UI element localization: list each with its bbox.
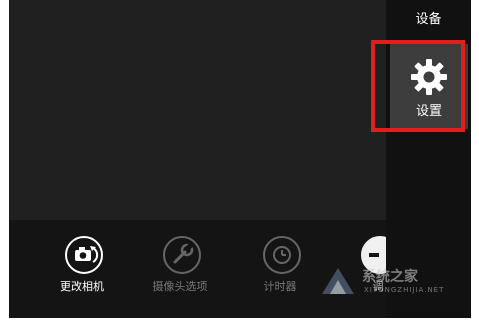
camera-options-button[interactable]: 摄像头选项 <box>137 236 227 306</box>
change-camera-label: 更改相机 <box>60 280 104 293</box>
settings-button[interactable]: 设置 <box>390 44 468 129</box>
clock-icon <box>263 236 301 274</box>
timer-label: 计时器 <box>263 280 297 293</box>
camera-switch-icon <box>65 236 103 274</box>
charms-panel: 设备 设置 <box>386 0 471 318</box>
change-camera-button[interactable]: 更改相机 <box>39 236 129 306</box>
wrench-icon <box>163 236 201 274</box>
timer-button[interactable]: 计时器 <box>237 236 327 306</box>
app-bar: 更改相机 摄像头选项 计时器 调 <box>9 220 399 318</box>
gear-icon <box>411 59 447 95</box>
camera-options-label: 摄像头选项 <box>152 280 208 293</box>
camera-app-screen: 更改相机 摄像头选项 计时器 调 <box>9 0 399 318</box>
camera-viewport <box>9 0 386 220</box>
settings-label: 设置 <box>415 104 442 119</box>
charms-title: 设备 <box>415 12 442 27</box>
